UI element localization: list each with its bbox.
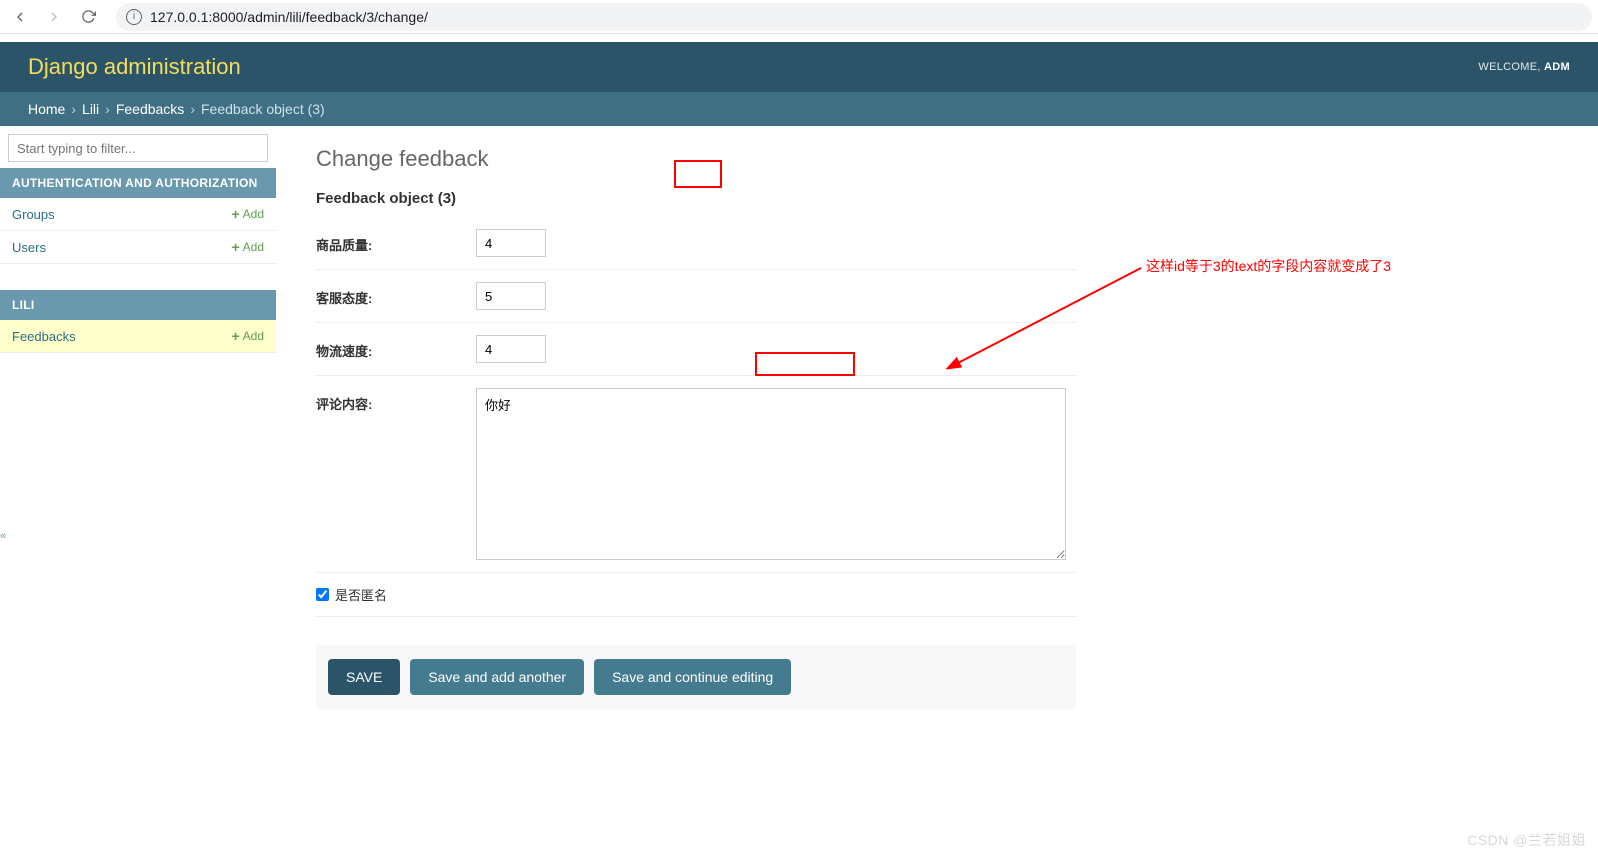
django-header: Django administration WELCOME, ADM bbox=[0, 42, 1598, 92]
breadcrumb: Home › Lili › Feedbacks › Feedback objec… bbox=[0, 92, 1598, 126]
app-caption-lili[interactable]: LILI bbox=[0, 290, 276, 320]
forward-button[interactable] bbox=[40, 3, 68, 31]
app-caption-auth[interactable]: AUTHENTICATION AND AUTHORIZATION bbox=[0, 168, 276, 198]
field-delivery: 物流速度: bbox=[316, 323, 1076, 376]
address-bar[interactable]: i 127.0.0.1:8000/admin/lili/feedback/3/c… bbox=[116, 3, 1592, 31]
add-link-groups[interactable]: +Add bbox=[231, 206, 264, 222]
add-link-users[interactable]: +Add bbox=[231, 239, 264, 255]
add-link-feedbacks[interactable]: +Add bbox=[231, 328, 264, 344]
model-row-feedbacks: Feedbacks +Add bbox=[0, 320, 276, 353]
sidebar-filter-input[interactable] bbox=[8, 134, 268, 162]
nav-sidebar: AUTHENTICATION AND AUTHORIZATION Groups … bbox=[0, 126, 276, 729]
field-text: 评论内容: bbox=[316, 376, 1076, 573]
crumb-current: Feedback object (3) bbox=[201, 101, 325, 117]
crumb-app[interactable]: Lili bbox=[82, 101, 99, 117]
plus-icon: + bbox=[231, 206, 239, 222]
checkbox-anonymous[interactable] bbox=[316, 588, 329, 601]
model-link-feedbacks[interactable]: Feedbacks bbox=[12, 329, 76, 344]
watermark: CSDN @兰若姐姐 bbox=[1467, 830, 1586, 850]
model-row-groups: Groups +Add bbox=[0, 198, 276, 231]
model-link-users[interactable]: Users bbox=[12, 240, 46, 255]
field-anonymous: 是否匿名 bbox=[316, 573, 1076, 617]
save-add-another-button[interactable]: Save and add another bbox=[410, 659, 584, 695]
site-info-icon[interactable]: i bbox=[126, 9, 142, 25]
branding[interactable]: Django administration bbox=[28, 54, 241, 80]
submit-row: SAVE Save and add another Save and conti… bbox=[316, 645, 1076, 709]
label-quality: 商品质量: bbox=[316, 229, 476, 254]
input-service[interactable] bbox=[476, 282, 546, 310]
annotation-text: 这样id等于3的text的字段内容就变成了3 bbox=[1146, 256, 1391, 276]
user-tools: WELCOME, ADM bbox=[1478, 61, 1570, 73]
crumb-model[interactable]: Feedbacks bbox=[116, 101, 184, 117]
label-delivery: 物流速度: bbox=[316, 335, 476, 360]
model-link-groups[interactable]: Groups bbox=[12, 207, 55, 222]
label-service: 客服态度: bbox=[316, 282, 476, 307]
plus-icon: + bbox=[231, 239, 239, 255]
url-text: 127.0.0.1:8000/admin/lili/feedback/3/cha… bbox=[150, 9, 428, 25]
sidebar-collapse-handle[interactable]: « bbox=[0, 530, 6, 542]
textarea-text[interactable] bbox=[476, 388, 1066, 560]
input-delivery[interactable] bbox=[476, 335, 546, 363]
input-quality[interactable] bbox=[476, 229, 546, 257]
label-text: 评论内容: bbox=[316, 388, 476, 413]
save-continue-button[interactable]: Save and continue editing bbox=[594, 659, 791, 695]
browser-toolbar: i 127.0.0.1:8000/admin/lili/feedback/3/c… bbox=[0, 0, 1598, 34]
reload-button[interactable] bbox=[74, 3, 102, 31]
plus-icon: + bbox=[231, 328, 239, 344]
object-name: Feedback object (3) bbox=[316, 190, 456, 207]
field-service: 客服态度: bbox=[316, 270, 1076, 323]
label-anonymous[interactable]: 是否匿名 bbox=[316, 585, 387, 604]
annotation-box-objectid bbox=[674, 160, 722, 188]
back-button[interactable] bbox=[6, 3, 34, 31]
page-title: Change feedback bbox=[316, 146, 1574, 172]
annotation-box-textvalue bbox=[755, 352, 855, 376]
model-row-users: Users +Add bbox=[0, 231, 276, 264]
field-quality: 商品质量: bbox=[316, 217, 1076, 270]
content-main: Change feedback Feedback object (3) 商品质量… bbox=[276, 126, 1598, 729]
crumb-home[interactable]: Home bbox=[28, 101, 65, 117]
save-button[interactable]: SAVE bbox=[328, 659, 400, 695]
